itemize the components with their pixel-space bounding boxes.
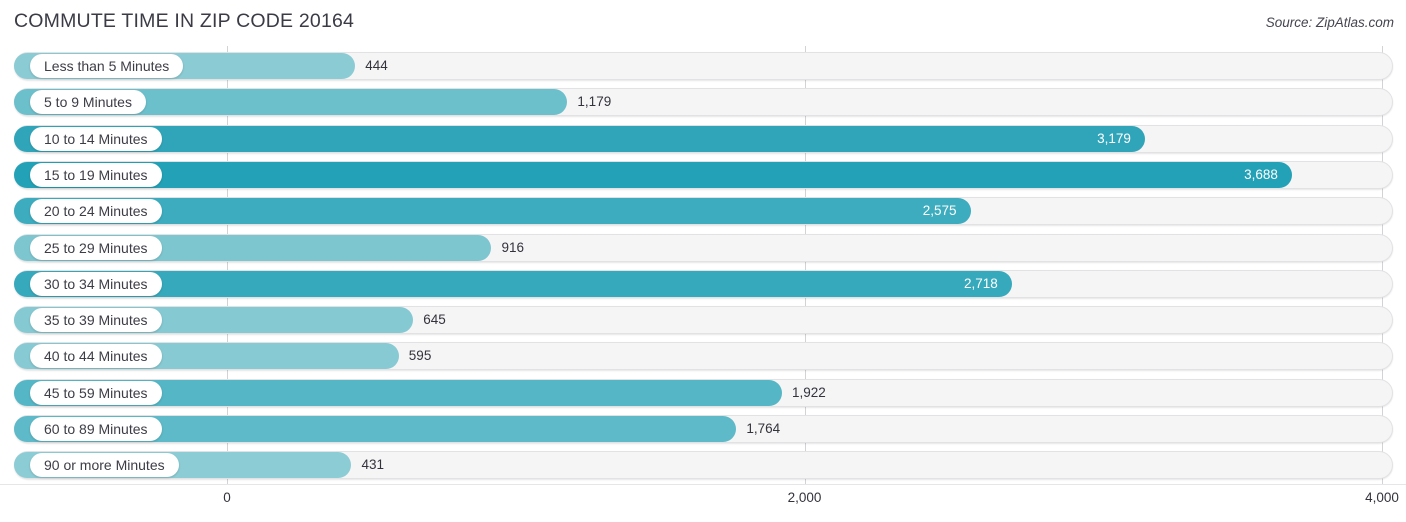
bar-row[interactable]: 5 to 9 Minutes 1,179 [0,86,1406,118]
bar-category-label: 20 to 24 Minutes [30,199,162,224]
bar-row[interactable]: 10 to 14 Minutes 3,179 [0,123,1406,155]
chart-container: COMMUTE TIME IN ZIP CODE 20164 Source: Z… [0,0,1406,522]
bar-value-label: 645 [423,312,446,328]
bar-category-text: 60 to 89 Minutes [44,421,148,437]
bar-category-label: 10 to 14 Minutes [30,126,162,151]
bar-category-text: 30 to 34 Minutes [44,275,148,292]
bar-value-label: 3,179 [1097,130,1131,146]
x-tick-label: 4,000 [1365,490,1399,505]
x-tick-label: 2,000 [787,490,822,505]
source-attribution: Source: ZipAtlas.com [1265,15,1394,30]
bar-rows: Less than 5 Minutes 444 5 to 9 Minutes 1,17… [0,46,1406,484]
bar-category-label: 5 to 9 Minutes [30,90,146,115]
bar-category-text: 45 to 59 Minutes [44,384,148,401]
bar-category-label: 60 to 89 Minutes [30,417,162,441]
bar-row[interactable]: 30 to 34 Minutes 2,718 [0,268,1406,300]
bar-value-label: 595 [408,348,432,364]
axis-divider [0,484,1406,485]
bar-category-label: 30 to 34 Minutes [30,271,162,296]
bar-row[interactable]: 35 to 39 Minutes 645 [0,304,1406,336]
bar-category-label: 40 to 44 Minutes [30,344,162,369]
bar-category-text: Less than 5 Minutes [44,58,170,74]
bar-value-label: 1,922 [791,384,826,400]
bar-row[interactable]: 15 to 19 Minutes 3,688 [0,159,1406,191]
bar-category-text: 90 or more Minutes [44,457,165,474]
bar-value-label: 3,688 [1244,166,1278,182]
bar-category-label: 90 or more Minutes [30,453,179,478]
bar[interactable] [14,161,1292,188]
bar[interactable] [14,125,1145,152]
bar-category-text: 35 to 39 Minutes [44,312,148,329]
bar-value-label: 2,718 [964,275,998,291]
bar[interactable] [14,270,1012,297]
x-axis: 0 2,000 4,000 [0,484,1406,522]
bar-category-text: 25 to 29 Minutes [44,239,148,256]
bar-value-label: 1,179 [577,94,612,110]
bar-row[interactable]: 40 to 44 Minutes 595 [0,340,1406,372]
bar-category-label: Less than 5 Minutes [30,54,184,78]
plot-area: Less than 5 Minutes 444 5 to 9 Minutes 1,17… [0,46,1406,484]
bar-value-label: 431 [361,457,384,473]
bar-category-label: 45 to 59 Minutes [30,380,162,405]
bar-row[interactable]: Less than 5 Minutes 444 [0,50,1406,82]
bar-row[interactable]: 90 or more Minutes 431 [0,449,1406,481]
bar-value-label: 444 [365,58,388,73]
bar-value-label: 916 [501,239,525,255]
bar-category-label: 35 to 39 Minutes [30,308,162,333]
chart-header: COMMUTE TIME IN ZIP CODE 20164 Source: Z… [0,0,1406,46]
bar-category-text: 40 to 44 Minutes [44,348,148,365]
bar-value-label: 1,764 [746,421,781,436]
bar-row[interactable]: 25 to 29 Minutes 916 [0,232,1406,264]
bar-category-text: 20 to 24 Minutes [44,203,148,220]
bar-category-label: 15 to 19 Minutes [30,162,162,187]
bar-row[interactable]: 60 to 89 Minutes 1,764 [0,413,1406,445]
bar-category-label: 25 to 29 Minutes [30,235,162,260]
bar-category-text: 5 to 9 Minutes [44,94,132,111]
bar-category-text: 15 to 19 Minutes [44,166,148,183]
page-title: COMMUTE TIME IN ZIP CODE 20164 [14,10,355,32]
bar-category-text: 10 to 14 Minutes [44,130,148,147]
x-tick-label: 0 [223,490,231,505]
bar-value-label: 2,575 [922,203,957,219]
bar-row[interactable]: 20 to 24 Minutes 2,575 [0,195,1406,227]
bar-row[interactable]: 45 to 59 Minutes 1,922 [0,377,1406,409]
